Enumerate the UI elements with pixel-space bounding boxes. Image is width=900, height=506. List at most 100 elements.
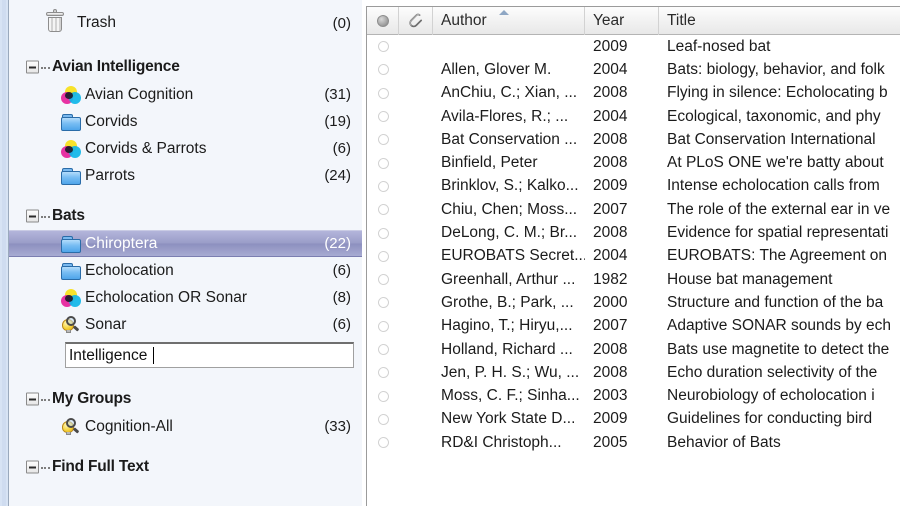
unread-status-dot-icon[interactable] bbox=[377, 111, 389, 123]
table-row[interactable]: Greenhall, Arthur ... 1982 House bat manag… bbox=[367, 268, 900, 291]
cell-title: Adaptive SONAR sounds by ech bbox=[667, 317, 892, 335]
table-row[interactable]: Moss, C. F.; Sinha... 2003 Neurobiology of… bbox=[367, 384, 900, 407]
cell-author: Moss, C. F.; Sinha... bbox=[441, 387, 580, 405]
cell-author: Avila-Flores, R.; ... bbox=[441, 107, 569, 125]
unread-status-dot-icon[interactable] bbox=[377, 157, 389, 169]
cell-read-status[interactable] bbox=[367, 245, 399, 268]
table-row[interactable]: New York State D... 2009 Guidelines for co… bbox=[367, 408, 900, 431]
table-row[interactable]: Jen, P. H. S.; Wu, ... 2008 Echo duration … bbox=[367, 361, 900, 384]
cell-year: 1982 bbox=[593, 270, 628, 288]
cell-read-status[interactable] bbox=[367, 408, 399, 431]
table-row[interactable]: RD&I Christoph... 2005 Behavior of Bats bbox=[367, 431, 900, 454]
cell-author: Allen, Glover M. bbox=[441, 60, 552, 78]
table-row[interactable]: DeLong, C. M.; Br... 2008 Evidence for spa… bbox=[367, 221, 900, 244]
cell-read-status[interactable] bbox=[367, 105, 399, 128]
unread-status-dot-icon[interactable] bbox=[377, 297, 389, 309]
sidebar-item-trash[interactable]: Trash (0) bbox=[9, 6, 362, 40]
cell-author: AnChiu, C.; Xian, ... bbox=[441, 84, 578, 102]
table-row[interactable]: 2009 Leaf-nosed bat bbox=[367, 35, 900, 58]
cell-year: 2008 bbox=[593, 363, 628, 381]
unread-status-dot-icon[interactable] bbox=[377, 227, 389, 239]
unread-status-dot-icon[interactable] bbox=[377, 180, 389, 192]
unread-status-dot-icon[interactable] bbox=[377, 204, 389, 216]
collapse-minus-icon[interactable] bbox=[26, 60, 39, 74]
table-row[interactable]: Allen, Glover M. 2004 Bats: biology, behav… bbox=[367, 58, 900, 81]
sidebar-group-header-find-full-text[interactable]: Find Full Text bbox=[9, 453, 362, 481]
cell-read-status[interactable] bbox=[367, 35, 399, 58]
sidebar-item-corvids-parrots[interactable]: Corvids & Parrots (6) bbox=[9, 135, 362, 162]
cell-read-status[interactable] bbox=[367, 128, 399, 151]
sidebar-group-header-my-groups[interactable]: My Groups bbox=[9, 385, 362, 413]
table-row[interactable]: AnChiu, C.; Xian, ... 2008 Flying in silen… bbox=[367, 82, 900, 105]
sidebar-item-chiroptera[interactable]: Chiroptera (22) bbox=[9, 230, 362, 257]
table-row[interactable]: Holland, Richard ... 2008 Bats use magneti… bbox=[367, 338, 900, 361]
unread-status-dot-icon[interactable] bbox=[377, 320, 389, 332]
cell-read-status[interactable] bbox=[367, 268, 399, 291]
unread-status-dot-icon[interactable] bbox=[377, 250, 389, 262]
table-row[interactable]: Binfield, Peter 2008 At PLoS ONE we're bat… bbox=[367, 151, 900, 174]
unread-status-dot-icon[interactable] bbox=[377, 437, 389, 449]
cell-read-status[interactable] bbox=[367, 361, 399, 384]
cell-read-status[interactable] bbox=[367, 338, 399, 361]
table-row[interactable]: Avila-Flores, R.; ... 2004 Ecological, tax… bbox=[367, 105, 900, 128]
column-header-year-label: Year bbox=[593, 11, 625, 29]
unread-status-dot-icon[interactable] bbox=[377, 413, 389, 425]
folder-icon bbox=[61, 235, 81, 253]
unread-status-dot-icon[interactable] bbox=[377, 64, 389, 76]
sidebar-item-label: Avian Cognition bbox=[85, 85, 194, 103]
cell-attachment bbox=[399, 384, 433, 407]
table-row[interactable]: Grothe, B.; Park, ... 2000 Structure and f… bbox=[367, 291, 900, 314]
cell-read-status[interactable] bbox=[367, 221, 399, 244]
sidebar-item-echolocation-or-sonar[interactable]: Echolocation OR Sonar (8) bbox=[9, 284, 362, 311]
group-rename-input[interactable]: Intelligence bbox=[65, 342, 354, 368]
cell-read-status[interactable] bbox=[367, 315, 399, 338]
cell-year: 2004 bbox=[593, 60, 628, 78]
collapse-minus-icon[interactable] bbox=[26, 460, 39, 474]
sidebar-item-sonar[interactable]: Sonar (6) bbox=[9, 311, 362, 338]
column-header-title[interactable]: Title bbox=[659, 7, 900, 35]
cell-title: Neurobiology of echolocation i bbox=[667, 387, 875, 405]
cell-read-status[interactable] bbox=[367, 431, 399, 454]
table-row[interactable]: Brinklov, S.; Kalko... 2009 Intense echolo… bbox=[367, 175, 900, 198]
unread-status-dot-icon[interactable] bbox=[377, 367, 389, 379]
collapse-minus-icon[interactable] bbox=[26, 209, 39, 223]
cell-read-status[interactable] bbox=[367, 175, 399, 198]
column-header-attachment[interactable] bbox=[399, 7, 433, 35]
sidebar-item-label: Trash bbox=[77, 14, 117, 31]
unread-status-dot-icon[interactable] bbox=[377, 41, 389, 53]
sidebar-group-header-bats[interactable]: Bats bbox=[9, 202, 362, 230]
left-scroll-gutter[interactable] bbox=[0, 0, 9, 506]
unread-status-dot-icon[interactable] bbox=[377, 274, 389, 286]
cell-read-status[interactable] bbox=[367, 384, 399, 407]
sidebar-item-corvids[interactable]: Corvids (19) bbox=[9, 108, 362, 135]
cell-year: 2000 bbox=[593, 293, 628, 311]
cell-read-status[interactable] bbox=[367, 58, 399, 81]
table-row[interactable]: Chiu, Chen; Moss... 2007 The role of the e… bbox=[367, 198, 900, 221]
unread-status-dot-icon[interactable] bbox=[377, 390, 389, 402]
unread-status-dot-icon[interactable] bbox=[377, 87, 389, 99]
cell-author: Brinklov, S.; Kalko... bbox=[441, 177, 579, 195]
unread-status-dot-icon[interactable] bbox=[377, 134, 389, 146]
table-row[interactable]: Bat Conservation ... 2008 Bat Conservation… bbox=[367, 128, 900, 151]
sidebar-item-avian-cognition[interactable]: Avian Cognition (31) bbox=[9, 81, 362, 108]
table-row[interactable]: EUROBATS Secret... 2004 EUROBATS: The Agre… bbox=[367, 245, 900, 268]
tree-connector-line bbox=[41, 467, 50, 469]
sort-ascending-icon bbox=[499, 9, 509, 15]
sidebar-item-echolocation[interactable]: Echolocation (6) bbox=[9, 257, 362, 284]
left-scroll-track[interactable] bbox=[2, 0, 6, 506]
column-header-read-status[interactable] bbox=[367, 7, 399, 35]
cell-title: Intense echolocation calls from bbox=[667, 177, 880, 195]
sidebar-item-parrots[interactable]: Parrots (24) bbox=[9, 162, 362, 189]
cell-read-status[interactable] bbox=[367, 291, 399, 314]
column-header-author[interactable]: Author bbox=[433, 7, 585, 35]
cell-read-status[interactable] bbox=[367, 198, 399, 221]
collapse-minus-icon[interactable] bbox=[26, 392, 39, 406]
unread-status-dot-icon[interactable] bbox=[377, 344, 389, 355]
table-row[interactable]: Hagino, T.; Hiryu,... 2007 Adaptive SONAR … bbox=[367, 315, 900, 338]
sidebar-group-header-avian-intelligence[interactable]: Avian Intelligence bbox=[9, 53, 362, 81]
sidebar-item-cognition-all[interactable]: Cognition-All (33) bbox=[9, 413, 362, 440]
cell-read-status[interactable] bbox=[367, 82, 399, 105]
cell-read-status[interactable] bbox=[367, 151, 399, 174]
column-header-year[interactable]: Year bbox=[585, 7, 659, 35]
